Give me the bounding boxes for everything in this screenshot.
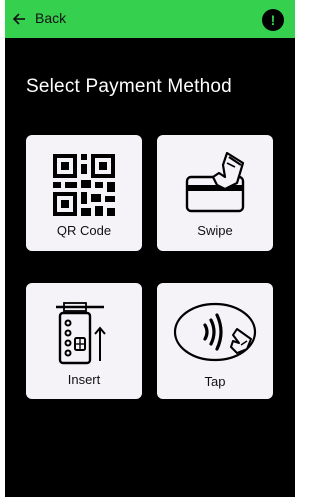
swipe-option[interactable]: Swipe	[157, 135, 273, 251]
card-swipe-icon	[185, 151, 245, 213]
swipe-label: Swipe	[197, 223, 233, 238]
qr-code-option[interactable]: QR Code	[26, 135, 142, 251]
insert-option[interactable]: Insert	[26, 283, 142, 399]
tap-label: Tap	[204, 374, 226, 389]
contactless-tap-icon	[173, 302, 257, 362]
arrow-left-icon[interactable]	[12, 12, 26, 26]
back-button[interactable]: Back	[35, 9, 66, 27]
alert-circle-icon[interactable]: !	[262, 9, 284, 31]
qr-code-icon	[53, 154, 115, 216]
qr-code-label: QR Code	[56, 223, 112, 238]
card-insert-icon	[56, 302, 106, 365]
payment-screen: Back ! Select Payment Method QR Code Swi…	[5, 0, 295, 497]
insert-label: Insert	[67, 372, 101, 387]
tap-option[interactable]: Tap	[157, 283, 273, 399]
app-bar: Back !	[5, 0, 295, 38]
page-title: Select Payment Method	[26, 76, 232, 97]
